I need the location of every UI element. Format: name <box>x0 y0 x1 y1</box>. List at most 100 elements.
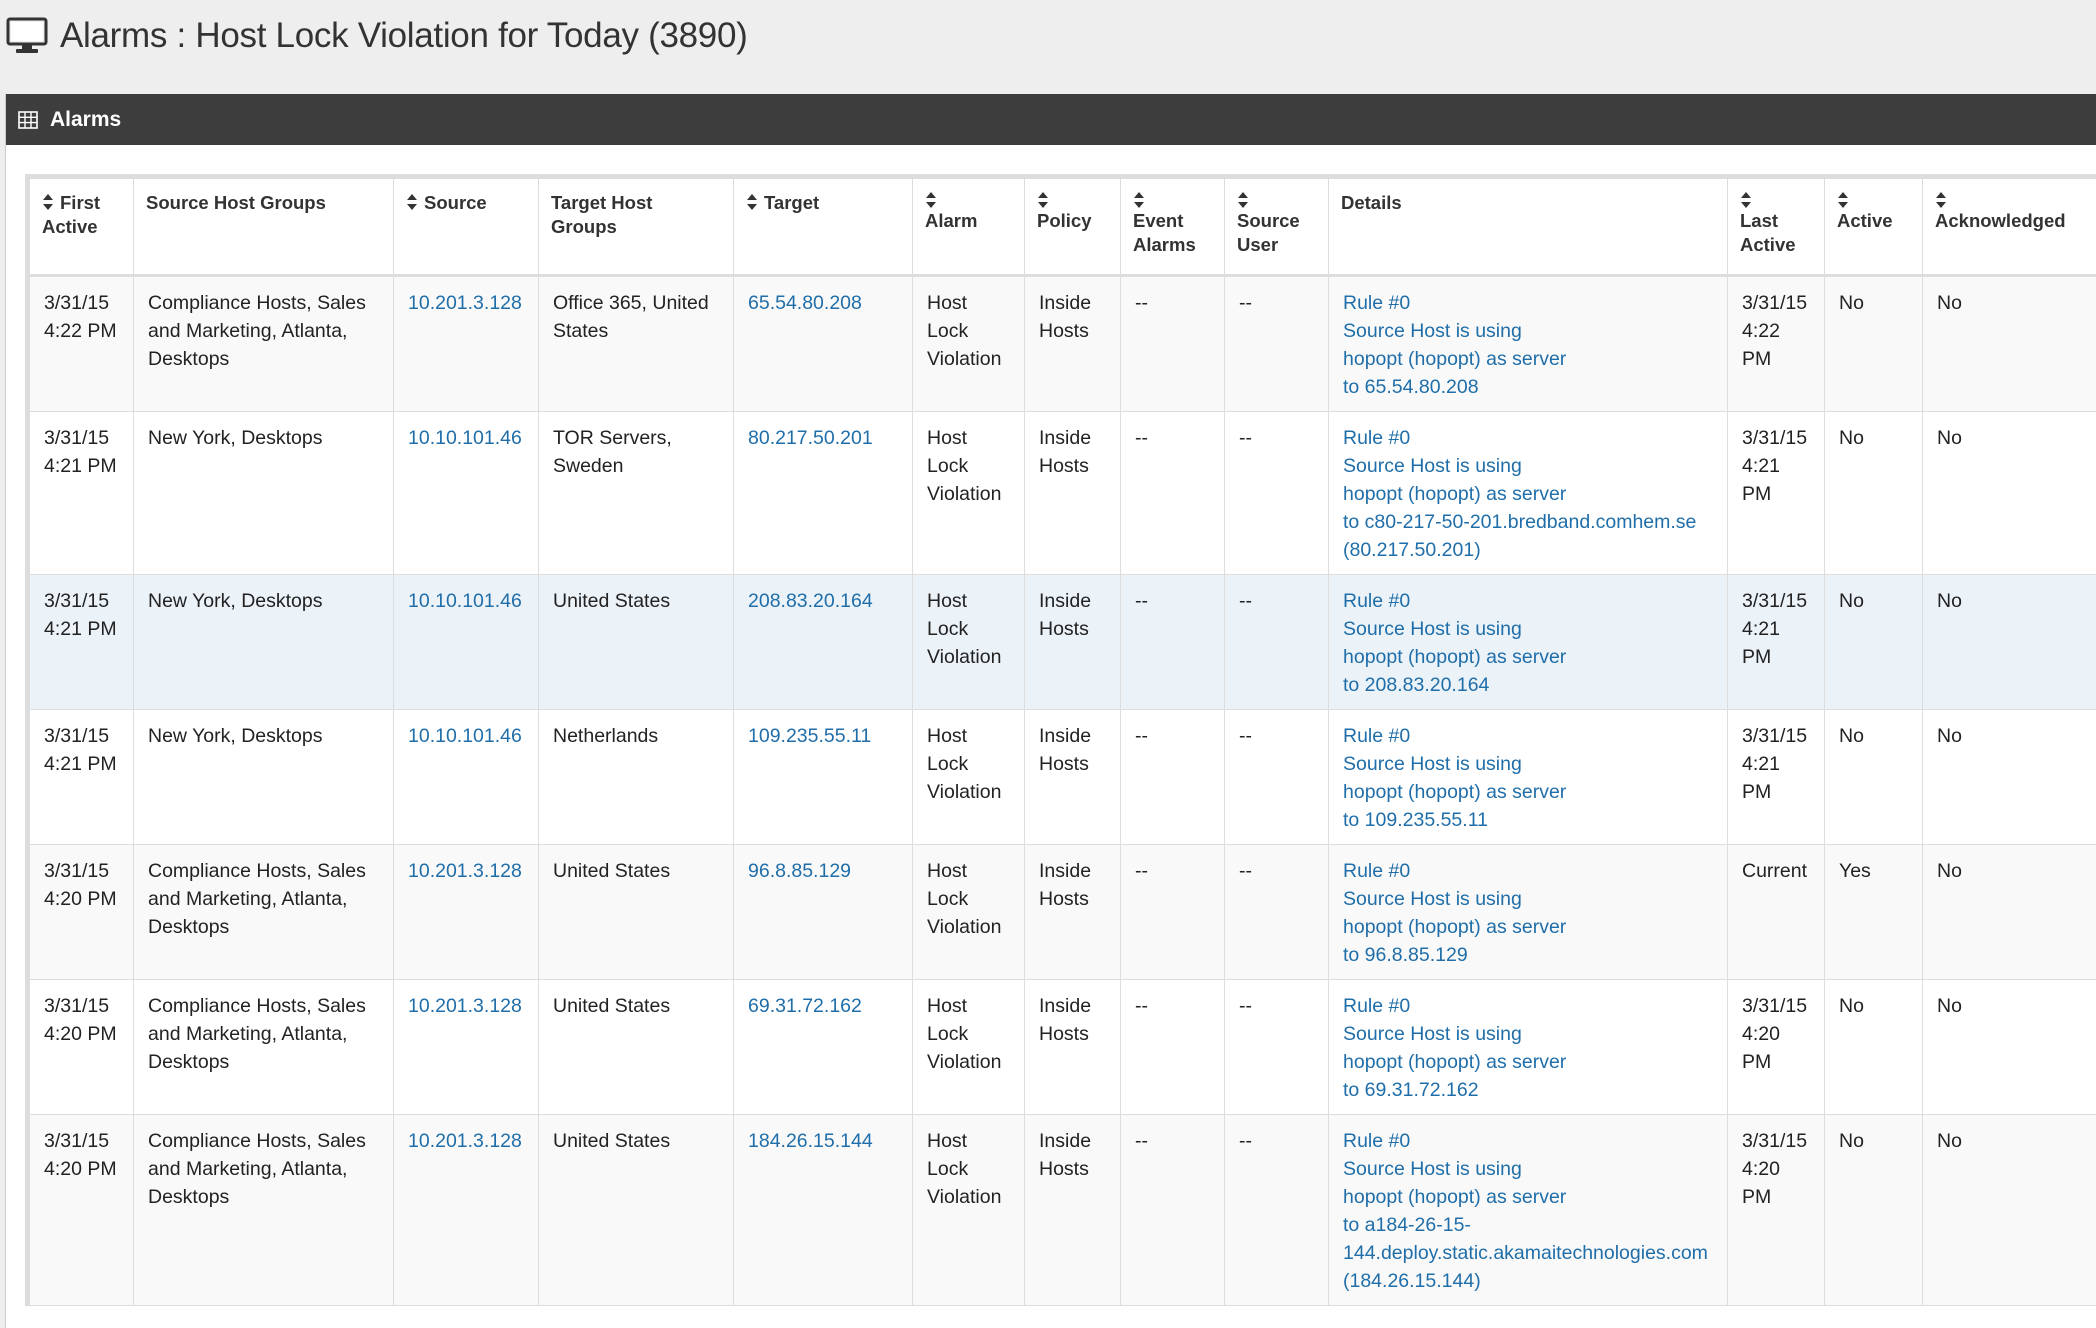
text-line[interactable]: hopopt (hopopt) as server <box>1343 778 1715 806</box>
target-ip-link[interactable]: 65.54.80.208 <box>748 292 862 314</box>
text-line[interactable]: Source Host is using <box>1343 1155 1715 1183</box>
active-value: No <box>1839 292 1864 314</box>
text-line[interactable]: Source Host is using <box>1343 615 1715 643</box>
column-header-target[interactable]: Target <box>733 178 913 277</box>
text-line[interactable]: hopopt (hopopt) as server <box>1343 1048 1715 1076</box>
details-link[interactable]: Rule #0 Source Host is using hopopt (hopop… <box>1343 1127 1715 1295</box>
details-link[interactable]: Rule #0 Source Host is using hopopt (hopop… <box>1343 992 1715 1104</box>
table-row[interactable]: 3/31/15 4:21 PM New York, Desktops 10.10.10… <box>29 709 2096 845</box>
text-line[interactable]: Rule #0 <box>1343 587 1715 615</box>
text-line[interactable]: Rule #0 <box>1343 992 1715 1020</box>
text-line[interactable]: to 96.8.85.129 <box>1343 941 1715 969</box>
column-header-source-user[interactable]: Source User <box>1224 178 1329 277</box>
target-ip-link[interactable]: 208.83.20.164 <box>748 590 873 612</box>
text-line: PM <box>1742 646 1772 668</box>
column-header-details: Details <box>1328 178 1728 277</box>
source-host-groups-value: New York, Desktops <box>148 722 381 750</box>
source-ip-link[interactable]: 10.201.3.128 <box>408 995 522 1017</box>
target-ip-link[interactable]: 69.31.72.162 <box>748 995 862 1017</box>
sort-icon[interactable] <box>1740 191 1752 209</box>
column-label: Policy <box>1037 210 1092 231</box>
target-ip-link[interactable]: 80.217.50.201 <box>748 427 873 449</box>
details-link[interactable]: Rule #0 Source Host is using hopopt (hopop… <box>1343 424 1715 564</box>
text-line[interactable]: Rule #0 <box>1343 1127 1715 1155</box>
text-line[interactable]: hopopt (hopopt) as server <box>1343 643 1715 671</box>
text-line[interactable]: Source Host is using <box>1343 452 1715 480</box>
sort-icon[interactable] <box>1037 191 1049 209</box>
text-line[interactable]: (80.217.50.201) <box>1343 536 1715 564</box>
policy-value: Inside Hosts <box>1039 587 1108 643</box>
text-line[interactable]: Rule #0 <box>1343 857 1715 885</box>
details-link[interactable]: Rule #0 Source Host is using hopopt (hopop… <box>1343 722 1715 834</box>
text-line[interactable]: to 208.83.20.164 <box>1343 671 1715 699</box>
text-line[interactable]: to c80-217-50-201.bredband.comhem.se <box>1343 508 1715 536</box>
cell-source-user: -- <box>1224 979 1329 1115</box>
text-line[interactable]: (184.26.15.144) <box>1343 1267 1715 1295</box>
text-line: Violation <box>927 348 1002 370</box>
sort-icon[interactable] <box>746 193 758 211</box>
cell-active: Yes <box>1824 844 1923 980</box>
first-active-value: 3/31/15 4:21 PM <box>44 722 121 778</box>
source-ip-link[interactable]: 10.201.3.128 <box>408 1130 522 1152</box>
target-host-groups-value: United States <box>553 1127 721 1155</box>
sort-icon[interactable] <box>1237 191 1249 209</box>
policy-value: Inside Hosts <box>1039 722 1108 778</box>
text-line[interactable]: Rule #0 <box>1343 289 1715 317</box>
policy-value: Inside Hosts <box>1039 1127 1108 1183</box>
table-row[interactable]: 3/31/15 4:21 PM New York, Desktops 10.10.10… <box>29 411 2096 575</box>
column-header-active[interactable]: Active <box>1824 178 1923 277</box>
column-header-source[interactable]: Source <box>393 178 539 277</box>
text-line[interactable]: to 109.235.55.11 <box>1343 806 1715 834</box>
text-line[interactable]: to 69.31.72.162 <box>1343 1076 1715 1104</box>
column-header-first-active[interactable]: First Active <box>29 178 134 277</box>
text-line[interactable]: Source Host is using <box>1343 885 1715 913</box>
column-header-alarm[interactable]: Alarm <box>912 178 1025 277</box>
column-header-policy[interactable]: Policy <box>1024 178 1121 277</box>
table-row[interactable]: 3/31/15 4:21 PM New York, Desktops 10.10.10… <box>29 574 2096 710</box>
table-row[interactable]: 3/31/15 4:20 PM Compliance Hosts, Sales and… <box>29 979 2096 1115</box>
text-line[interactable]: hopopt (hopopt) as server <box>1343 913 1715 941</box>
text-line[interactable]: to a184-26-15- <box>1343 1211 1715 1239</box>
cell-details: Rule #0 Source Host is using hopopt (hopop… <box>1328 574 1728 710</box>
text-line[interactable]: Rule #0 <box>1343 722 1715 750</box>
last-active-value: Current <box>1742 857 1812 885</box>
text-line[interactable]: to 65.54.80.208 <box>1343 373 1715 401</box>
cell-acknowledged: No <box>1922 574 2096 710</box>
table-row[interactable]: 3/31/15 4:22 PM Compliance Hosts, Sales and… <box>29 275 2096 412</box>
text-line[interactable]: 144.deploy.static.akamaitechnologies.com <box>1343 1239 1715 1267</box>
text-line[interactable]: hopopt (hopopt) as server <box>1343 1183 1715 1211</box>
target-ip-link[interactable]: 96.8.85.129 <box>748 860 851 882</box>
table-row[interactable]: 3/31/15 4:20 PM Compliance Hosts, Sales and… <box>29 844 2096 980</box>
text-line[interactable]: hopopt (hopopt) as server <box>1343 345 1715 373</box>
text-line[interactable]: Source Host is using <box>1343 1020 1715 1048</box>
sort-icon[interactable] <box>1837 191 1849 209</box>
column-header-event-alarms[interactable]: Event Alarms <box>1120 178 1225 277</box>
acknowledged-value: No <box>1937 292 1962 314</box>
table-row[interactable]: 3/31/15 4:20 PM Compliance Hosts, Sales and… <box>29 1114 2096 1306</box>
source-ip-link[interactable]: 10.10.101.46 <box>408 590 522 612</box>
details-link[interactable]: Rule #0 Source Host is using hopopt (hopop… <box>1343 857 1715 969</box>
source-ip-link[interactable]: 10.10.101.46 <box>408 725 522 747</box>
text-line[interactable]: Source Host is using <box>1343 750 1715 778</box>
source-ip-link[interactable]: 10.10.101.46 <box>408 427 522 449</box>
details-link[interactable]: Rule #0 Source Host is using hopopt (hopop… <box>1343 587 1715 699</box>
text-line[interactable]: Rule #0 <box>1343 424 1715 452</box>
sort-icon[interactable] <box>1935 191 1947 209</box>
sort-icon[interactable] <box>925 191 937 209</box>
cell-active: No <box>1824 275 1923 412</box>
target-ip-link[interactable]: 109.235.55.11 <box>748 725 871 747</box>
sort-icon[interactable] <box>42 193 54 211</box>
source-user-value: -- <box>1239 590 1252 612</box>
text-line[interactable]: Source Host is using <box>1343 317 1715 345</box>
details-link[interactable]: Rule #0 Source Host is using hopopt (hopop… <box>1343 289 1715 401</box>
text-line[interactable]: hopopt (hopopt) as server <box>1343 480 1715 508</box>
sort-icon[interactable] <box>406 193 418 211</box>
column-header-last-active[interactable]: Last Active <box>1727 178 1825 277</box>
sort-icon[interactable] <box>1133 191 1145 209</box>
column-header-acknowledged[interactable]: Acknowledged <box>1922 178 2096 277</box>
target-ip-link[interactable]: 184.26.15.144 <box>748 1130 873 1152</box>
source-ip-link[interactable]: 10.201.3.128 <box>408 860 522 882</box>
source-ip-link[interactable]: 10.201.3.128 <box>408 292 522 314</box>
cell-first-active: 3/31/15 4:22 PM <box>29 275 134 412</box>
text-line: 4:20 PM <box>44 1023 117 1045</box>
